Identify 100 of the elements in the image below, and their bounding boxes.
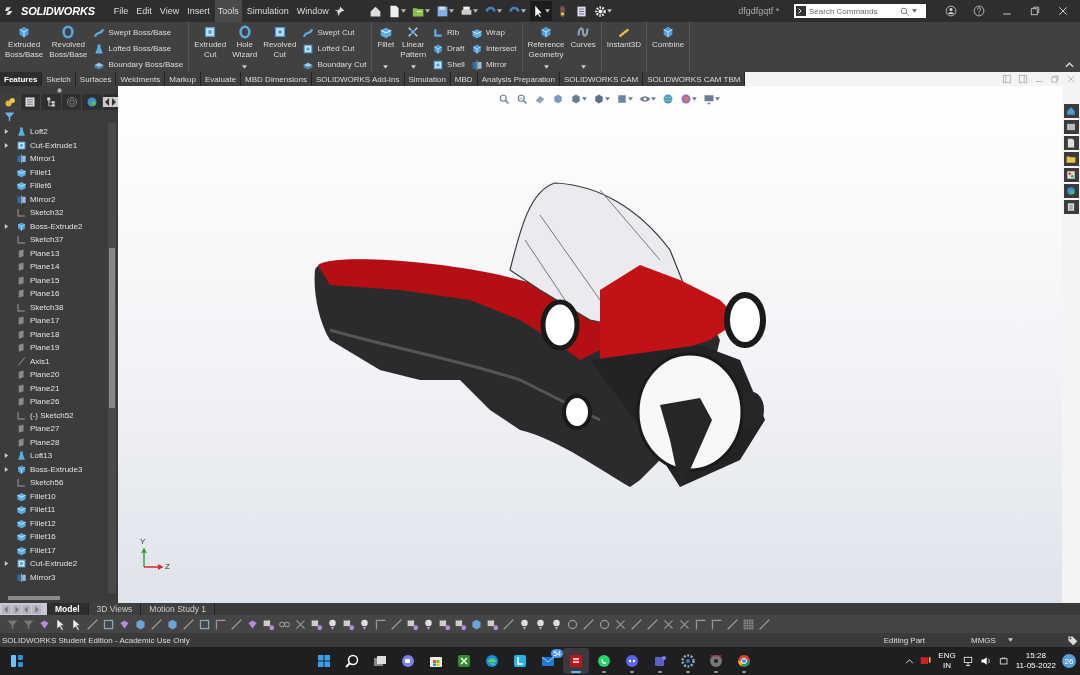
command-button[interactable]: Intersect (468, 41, 519, 56)
command-button[interactable]: Curves (568, 24, 598, 70)
units-selector[interactable]: MMGS (971, 635, 996, 645)
line-tool-icon[interactable] (582, 617, 595, 631)
volume-icon[interactable] (979, 655, 992, 667)
tree-item[interactable]: Boss-Extrude3 (14, 462, 85, 476)
region-text[interactable]: IN (943, 661, 951, 671)
expand-arrow-icon[interactable] (4, 223, 9, 229)
tag-icon[interactable] (1067, 634, 1078, 646)
collapse-caret-icon[interactable] (1065, 62, 1074, 68)
view-tab[interactable]: Motion Study 1 (141, 603, 215, 615)
zoom-icon[interactable] (516, 93, 528, 105)
tree-item[interactable]: Plane21 (14, 381, 62, 395)
network-icon[interactable] (961, 655, 974, 667)
help-icon[interactable] (973, 5, 985, 17)
box-tool-icon[interactable] (262, 617, 275, 631)
tree-item[interactable]: Cut-Extrude2 (14, 557, 80, 571)
tree-item[interactable]: Plane27 (14, 422, 62, 436)
clock-time[interactable]: 15:28 (1025, 651, 1046, 661)
corner-tool-icon[interactable] (710, 617, 723, 631)
tree-item[interactable]: Axis1 (14, 354, 52, 368)
scissors-tool-icon[interactable] (294, 617, 307, 631)
line-tool-icon[interactable] (86, 617, 99, 631)
command-button[interactable]: Draft (430, 41, 467, 56)
menu-item[interactable]: File (110, 0, 132, 22)
corner-tool-icon[interactable] (374, 617, 387, 631)
dropdown-caret-icon[interactable] (580, 65, 586, 69)
search-field[interactable]: Search Commands (809, 6, 897, 16)
dropdown-caret-icon[interactable] (410, 65, 416, 69)
tree-item[interactable]: Plane14 (14, 260, 62, 274)
task-pane-tab[interactable] (1063, 152, 1079, 166)
cube-tool-icon[interactable] (134, 617, 147, 631)
section-icon[interactable] (534, 93, 546, 105)
tree-item[interactable]: Loft2 (14, 125, 50, 139)
line-tool-icon[interactable] (646, 617, 659, 631)
box-tool-icon[interactable] (454, 617, 467, 631)
knob-tool-icon[interactable] (422, 617, 435, 631)
knob-tool-icon[interactable] (518, 617, 531, 631)
tree-item[interactable]: Plane26 (14, 395, 62, 409)
grid-tool-icon[interactable] (742, 617, 755, 631)
tree-item[interactable]: Mirror3 (14, 570, 58, 584)
globe-icon[interactable] (662, 93, 674, 105)
dropdown-caret-icon[interactable] (383, 65, 389, 69)
search-box[interactable]: Search Commands (794, 4, 926, 18)
ribbon-tab[interactable]: Markup (165, 72, 201, 86)
ribbon-tab[interactable]: SOLIDWORKS CAM TBM (643, 72, 746, 86)
command-button[interactable]: Swept Boss/Base (91, 25, 186, 40)
ribbon-tab[interactable]: SOLIDWORKS Add-Ins (311, 72, 405, 86)
command-button[interactable]: Boundary Boss/Base (91, 57, 186, 72)
horizontal-scrollbar[interactable] (8, 596, 60, 600)
ribbon-tab[interactable]: Surfaces (75, 72, 117, 86)
cube-icon[interactable] (570, 93, 582, 105)
tree-item[interactable]: Cut-Extrude1 (14, 138, 80, 152)
gem-tool-icon[interactable] (118, 617, 131, 631)
circle-tool-icon[interactable] (566, 617, 579, 631)
restore-icon[interactable] (1029, 5, 1041, 17)
command-button[interactable]: Swept Cut (300, 25, 369, 40)
knob-tool-icon[interactable] (358, 617, 371, 631)
expand-arrow-icon[interactable] (4, 561, 9, 567)
command-button[interactable]: Lofted Cut (300, 41, 369, 56)
tree-item[interactable]: Loft13 (14, 449, 55, 463)
language-text[interactable]: ENG (938, 651, 956, 661)
tree-item[interactable]: Fillet16 (14, 530, 58, 544)
ribbon-tab[interactable]: Sketch (42, 72, 76, 86)
tree-item[interactable]: Fillet6 (14, 179, 54, 193)
box-tool-icon[interactable] (486, 617, 499, 631)
view-tab[interactable]: 3D Views (88, 603, 142, 615)
dropdown-caret-icon[interactable] (242, 65, 248, 69)
line-tool-icon[interactable] (502, 617, 515, 631)
tree-item[interactable]: Fillet1 (14, 165, 54, 179)
tree-item[interactable]: Plane13 (14, 246, 62, 260)
task-pane-tab[interactable] (1063, 168, 1079, 182)
knob-tool-icon[interactable] (550, 617, 563, 631)
corner-tool-icon[interactable] (214, 617, 227, 631)
tree-item[interactable]: Sketch37 (14, 233, 66, 247)
home-icon[interactable] (368, 4, 382, 18)
task-pane-tab[interactable] (1063, 200, 1079, 214)
task-pane-tab[interactable] (1063, 184, 1079, 198)
tree-item[interactable]: Fillet17 (14, 543, 58, 557)
tile-icon[interactable] (1002, 74, 1012, 84)
dropdown-caret-icon[interactable] (543, 65, 549, 69)
ribbon-tab[interactable]: Evaluate (200, 72, 242, 86)
tree-item[interactable]: Sketch32 (14, 206, 66, 220)
user-icon[interactable] (945, 5, 957, 17)
box-tool-icon[interactable] (406, 617, 419, 631)
tree-item[interactable]: Plane20 (14, 368, 62, 382)
knob-tool-icon[interactable] (326, 617, 339, 631)
tree-item[interactable]: Fillet11 (14, 503, 58, 517)
line-tool-icon[interactable] (390, 617, 403, 631)
command-button[interactable]: Revolved Boss/Base (47, 24, 90, 70)
command-button[interactable]: Wrap (468, 25, 519, 40)
command-button[interactable]: Extruded Cut (192, 24, 229, 70)
line-tool-icon[interactable] (150, 617, 163, 631)
tree-item[interactable]: Sketch56 (14, 476, 66, 490)
command-button[interactable]: Linear Pattern (398, 24, 429, 70)
print-icon[interactable] (459, 4, 473, 18)
eye-icon[interactable] (639, 93, 651, 105)
menu-item[interactable]: Insert (184, 0, 213, 22)
knob-tool-icon[interactable] (534, 617, 547, 631)
save-icon[interactable] (435, 4, 449, 18)
